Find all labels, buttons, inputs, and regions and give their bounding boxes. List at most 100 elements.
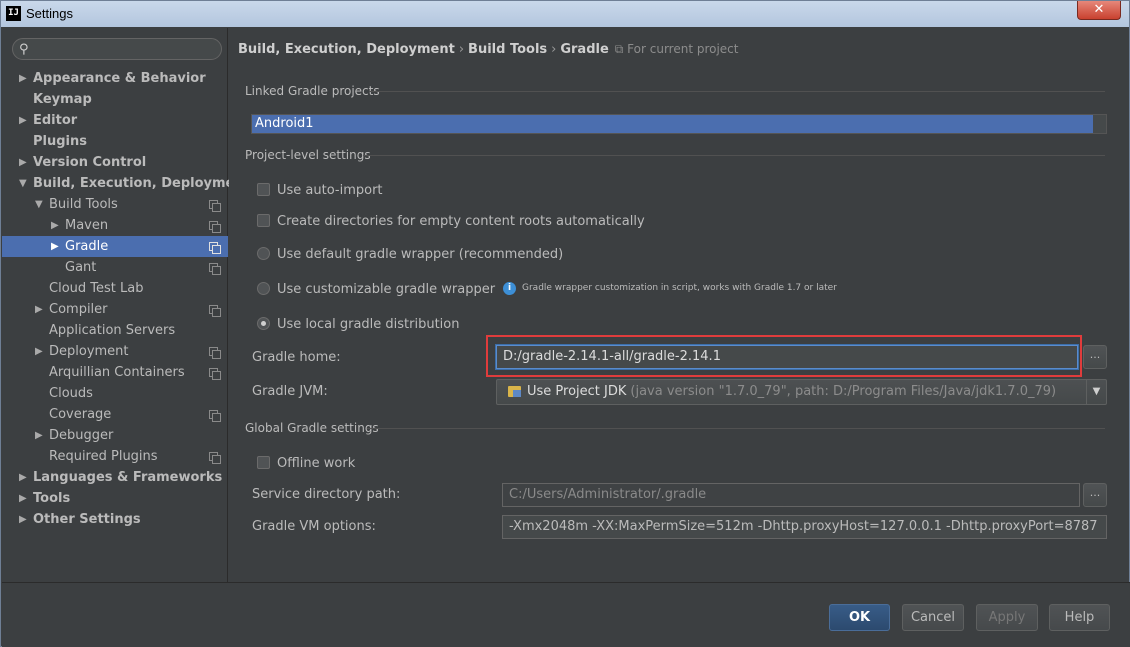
gradle-vm-options-input[interactable]: -Xmx2048m -XX:MaxPermSize=512m -Dhttp.pr… <box>502 515 1107 539</box>
custom-wrapper-radio[interactable]: Use customizable gradle wrapper <box>257 282 495 297</box>
breadcrumb-build-tools: Build Tools <box>468 42 548 57</box>
apply-button[interactable]: Apply <box>976 604 1038 631</box>
sidebar-item-appearance-behavior[interactable]: ▶ Appearance & Behavior <box>2 68 228 89</box>
wrapper-info-text: Gradle wrapper customization in script, … <box>522 283 837 293</box>
sidebar-item-label: Coverage <box>49 407 112 422</box>
sidebar-item-languages-frameworks[interactable]: ▶ Languages & Frameworks <box>2 467 228 488</box>
sidebar-item-keymap[interactable]: Keymap <box>2 89 228 110</box>
project-scope-icon <box>209 305 221 317</box>
local-distribution-label: Use local gradle distribution <box>277 317 460 332</box>
settings-tree: ▶ Appearance & Behavior Keymap ▶ Editor Plugi… <box>2 68 250 530</box>
service-dir-input[interactable]: C:/Users/Administrator/.gradle <box>502 483 1080 507</box>
help-button[interactable]: Help <box>1049 604 1110 631</box>
default-wrapper-radio[interactable]: Use default gradle wrapper (recommended) <box>257 247 563 262</box>
sidebar-item-arquillian-containers[interactable]: Arquillian Containers <box>2 362 228 383</box>
expand-arrow-down-icon[interactable]: ▼ <box>35 194 43 215</box>
ok-button[interactable]: OK <box>829 604 890 631</box>
search-icon: ⚲ <box>19 42 29 57</box>
sidebar-item-tools[interactable]: ▶ Tools <box>2 488 228 509</box>
sidebar-item-clouds[interactable]: Clouds <box>2 383 228 404</box>
checkbox-box[interactable] <box>257 214 270 227</box>
chevron-down-icon[interactable]: ▼ <box>1086 380 1106 404</box>
expand-arrow-right-icon[interactable]: ▶ <box>19 68 27 89</box>
custom-wrapper-label: Use customizable gradle wrapper <box>277 282 496 297</box>
expand-arrow-right-icon[interactable]: ▶ <box>51 215 59 236</box>
sidebar-item-deployment[interactable]: ▶ Deployment <box>2 341 228 362</box>
expand-arrow-right-icon[interactable]: ▶ <box>35 299 43 320</box>
sidebar-item-version-control[interactable]: ▶ Version Control <box>2 152 228 173</box>
sidebar-item-editor[interactable]: ▶ Editor <box>2 110 228 131</box>
service-dir-browse-button[interactable]: ... <box>1083 483 1107 507</box>
local-distribution-radio[interactable]: Use local gradle distribution <box>257 317 459 332</box>
radio-circle[interactable] <box>257 247 270 260</box>
gradle-home-label: Gradle home: <box>252 350 341 365</box>
create-dirs-checkbox[interactable]: Create directories for empty content roo… <box>257 214 645 229</box>
sidebar-item-build-execution-deployment[interactable]: ▼ Build, Execution, Deployment <box>2 173 250 194</box>
linked-projects-list[interactable]: Android1 <box>251 114 1107 134</box>
radio-circle[interactable] <box>257 282 270 295</box>
sidebar-item-gradle[interactable]: ▶ Gradle <box>2 236 228 257</box>
offline-work-label: Offline work <box>277 456 356 471</box>
sidebar-item-label: Build, Execution, Deployment <box>33 176 250 191</box>
linked-project-item[interactable]: Android1 <box>252 115 1093 133</box>
sidebar-item-label: Required Plugins <box>49 449 158 464</box>
sidebar-item-required-plugins[interactable]: Required Plugins <box>2 446 228 467</box>
project-scope-icon <box>209 242 221 254</box>
project-scope-icon <box>209 263 221 275</box>
global-settings-header: Global Gradle settings <box>245 421 379 435</box>
offline-work-checkbox[interactable]: Offline work <box>257 456 355 471</box>
breadcrumb-build-execution-deployment: Build, Execution, Deployment <box>238 42 455 57</box>
sidebar-item-gant[interactable]: Gant <box>2 257 228 278</box>
cancel-button[interactable]: Cancel <box>902 604 964 631</box>
default-wrapper-label: Use default gradle wrapper (recommended) <box>277 247 564 262</box>
linked-projects-header: Linked Gradle projects <box>245 84 380 98</box>
project-scope-icon <box>209 410 221 422</box>
radio-circle-selected[interactable] <box>257 317 270 330</box>
info-icon: i <box>503 282 516 295</box>
expand-arrow-right-icon[interactable]: ▶ <box>51 236 59 257</box>
sidebar-item-other-settings[interactable]: ▶ Other Settings <box>2 509 228 530</box>
expand-arrow-down-icon[interactable]: ▼ <box>19 173 27 194</box>
close-button[interactable]: ✕ <box>1077 1 1121 20</box>
settings-search-input[interactable]: ⚲ <box>12 38 222 60</box>
gradle-home-browse-button[interactable]: ... <box>1083 345 1107 369</box>
expand-arrow-right-icon[interactable]: ▶ <box>19 152 27 173</box>
gradle-jvm-label: Gradle JVM: <box>252 384 328 399</box>
sidebar-item-compiler[interactable]: ▶ Compiler <box>2 299 228 320</box>
sidebar-item-cloud-test-lab[interactable]: Cloud Test Lab <box>2 278 228 299</box>
sidebar-item-maven[interactable]: ▶ Maven <box>2 215 228 236</box>
expand-arrow-right-icon[interactable]: ▶ <box>19 110 27 131</box>
auto-import-label: Use auto-import <box>277 183 383 198</box>
sidebar-item-build-tools[interactable]: ▼ Build Tools <box>2 194 228 215</box>
sidebar-item-label: Version Control <box>33 155 147 170</box>
sidebar-item-application-servers[interactable]: Application Servers <box>2 320 228 341</box>
project-scope-icon <box>209 452 221 464</box>
sidebar-item-label: Build Tools <box>49 197 118 212</box>
sidebar-item-plugins[interactable]: Plugins <box>2 131 228 152</box>
sidebar-item-label: Other Settings <box>33 512 141 527</box>
service-dir-label: Service directory path: <box>252 487 401 502</box>
project-scope-icon: ⧉ <box>614 42 628 56</box>
sidebar-item-label: Maven <box>65 218 109 233</box>
intellij-app-icon: IJ <box>6 6 21 21</box>
expand-arrow-right-icon[interactable]: ▶ <box>19 467 27 488</box>
sidebar-item-debugger[interactable]: ▶ Debugger <box>2 425 228 446</box>
sidebar-item-label: Cloud Test Lab <box>49 281 144 296</box>
project-scope-text: For current project <box>627 42 739 56</box>
project-scope-label: ⧉ For current project <box>615 42 739 56</box>
gradle-home-input[interactable]: D:/gradle-2.14.1-all/gradle-2.14.1 <box>496 345 1078 369</box>
sidebar-item-label: Editor <box>33 113 78 128</box>
expand-arrow-right-icon[interactable]: ▶ <box>35 341 43 362</box>
sidebar-item-label: Gant <box>65 260 97 275</box>
checkbox-box[interactable] <box>257 456 270 469</box>
breadcrumb-separator: › <box>458 42 465 57</box>
auto-import-checkbox[interactable]: Use auto-import <box>257 183 383 198</box>
gradle-jvm-select[interactable]: Use Project JDK (java version "1.7.0_79",… <box>496 379 1107 405</box>
expand-arrow-right-icon[interactable]: ▶ <box>35 425 43 446</box>
expand-arrow-right-icon[interactable]: ▶ <box>19 509 27 530</box>
expand-arrow-right-icon[interactable]: ▶ <box>19 488 27 509</box>
sidebar-item-coverage[interactable]: Coverage <box>2 404 228 425</box>
breadcrumb: Build, Execution, Deployment › Build Tools… <box>238 42 739 57</box>
checkbox-box[interactable] <box>257 183 270 196</box>
sidebar-item-label: Deployment <box>49 344 129 359</box>
